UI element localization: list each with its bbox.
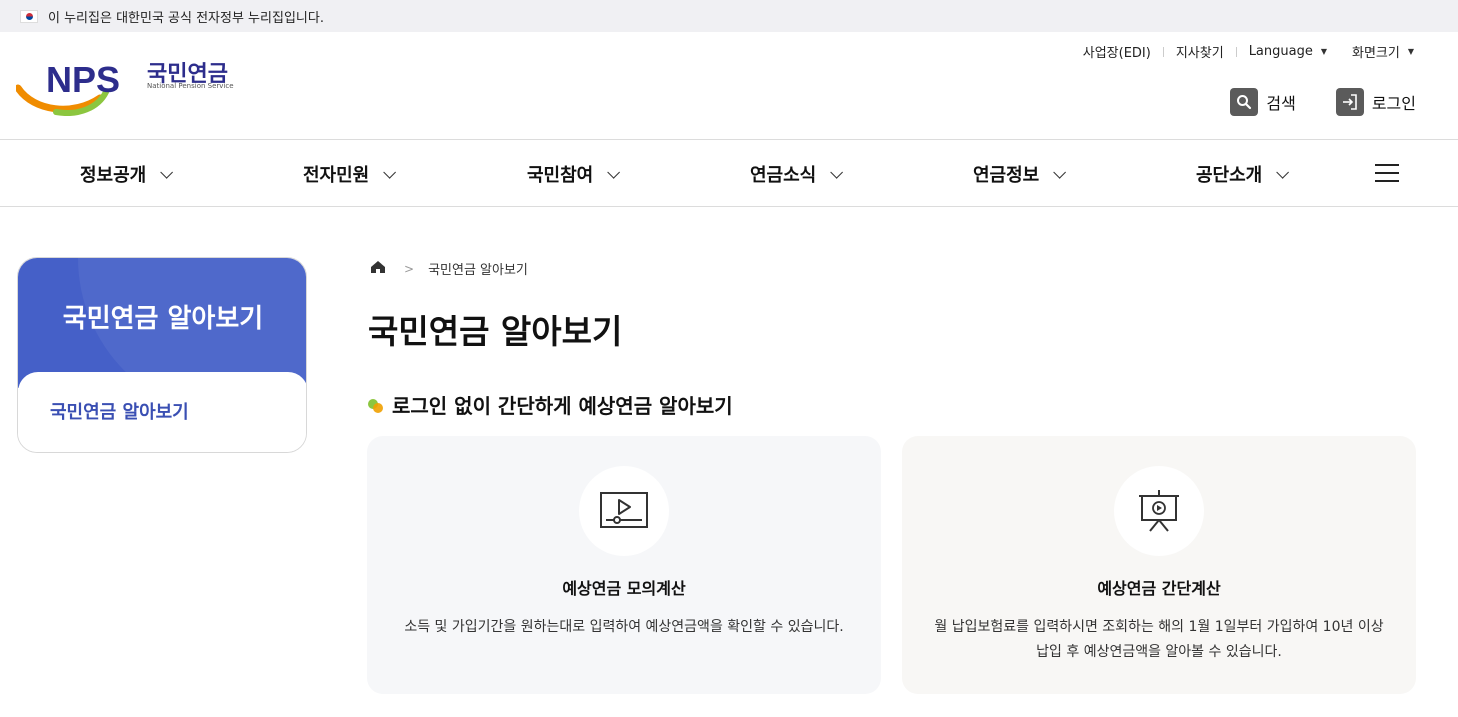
- nav-item-participation[interactable]: 국민참여: [527, 141, 621, 207]
- divider: [1339, 47, 1340, 57]
- home-icon[interactable]: [370, 260, 386, 278]
- util-link-branch[interactable]: 지사찾기: [1176, 42, 1224, 61]
- login-button[interactable]: 로그인: [1335, 88, 1416, 116]
- section-title-text: 로그인 없이 간단하게 예상연금 알아보기: [392, 394, 733, 418]
- card-title: 예상연금 간단계산: [1097, 579, 1221, 598]
- sidebar: 국민연금 알아보기 국민연금 알아보기: [17, 257, 307, 453]
- gov-banner-text: 이 누리집은 대한민국 공식 전자정부 누리집입니다.: [48, 10, 324, 26]
- card-description: 소득 및 가입기간을 원하는대로 입력하여 예상연금액을 확인할 수 있습니다.: [404, 619, 844, 635]
- search-button[interactable]: 검색: [1230, 88, 1296, 116]
- bullet-icon: [368, 397, 384, 413]
- card-title: 예상연금 모의계산: [562, 579, 686, 598]
- nav-item-pension-info[interactable]: 연금정보: [973, 141, 1067, 207]
- section-title: 로그인 없이 간단하게 예상연금 알아보기: [368, 390, 733, 419]
- gov-banner: 이 누리집은 대한민국 공식 전자정부 누리집입니다.: [0, 0, 1458, 32]
- language-dropdown[interactable]: Language ▼: [1249, 44, 1327, 59]
- util-link-label: Language: [1248, 44, 1313, 59]
- caret-down-icon: ▼: [1320, 47, 1327, 56]
- util-link-edi[interactable]: 사업장(EDI): [1083, 42, 1151, 61]
- sidebar-item-pension-overview[interactable]: 국민연금 알아보기: [50, 398, 189, 424]
- nav-label: 전자민원: [303, 165, 370, 186]
- korea-flag-icon: [20, 9, 38, 23]
- header-actions: 검색 로그인: [1190, 88, 1416, 116]
- sidebar-header: 국민연금 알아보기: [18, 258, 306, 388]
- chevron-down-icon: [383, 165, 397, 179]
- sidebar-title: 국민연금 알아보기: [62, 304, 264, 334]
- nav-item-news[interactable]: 연금소식: [750, 141, 844, 207]
- chevron-right-icon: >: [404, 261, 415, 276]
- card-mock-calculation[interactable]: 예상연금 모의계산 소득 및 가입기간을 원하는대로 입력하여 예상연금액을 확…: [367, 436, 881, 694]
- nav-item-about[interactable]: 공단소개: [1196, 141, 1290, 207]
- nps-logo[interactable]: NPS 국민연금 National Pension Service: [14, 54, 246, 116]
- util-link-label: 사업장(EDI): [1082, 46, 1151, 61]
- logo-name-en: National Pension Service: [147, 82, 234, 90]
- divider: [1235, 46, 1237, 57]
- nav-item-info[interactable]: 정보공개: [80, 141, 174, 207]
- nav-label: 연금소식: [750, 165, 817, 186]
- hamburger-menu-icon[interactable]: [1375, 164, 1399, 184]
- breadcrumb-current: 국민연금 알아보기: [428, 263, 528, 278]
- main-navigation: 정보공개 전자민원 국민참여 연금소식 연금정보 공단소개: [0, 141, 1458, 207]
- chevron-down-icon: [160, 165, 174, 179]
- utility-menu: 사업장(EDI) 지사찾기 Language ▼ 화면크기 ▼: [1083, 42, 1414, 61]
- chevron-down-icon: [607, 165, 621, 179]
- login-label: 로그인: [1371, 94, 1416, 113]
- divider: [1162, 46, 1164, 57]
- sidebar-menu: 국민연금 알아보기: [18, 372, 306, 452]
- util-link-label: 화면크기: [1352, 46, 1400, 61]
- nav-label: 국민참여: [527, 165, 594, 186]
- page-title: 국민연금 알아보기: [368, 312, 623, 351]
- breadcrumb: > 국민연금 알아보기: [370, 259, 528, 278]
- search-icon: [1230, 88, 1259, 116]
- chevron-down-icon: [1276, 165, 1290, 179]
- login-icon: [1335, 88, 1364, 116]
- presentation-board-icon: [1114, 466, 1204, 556]
- search-label: 검색: [1266, 94, 1296, 113]
- nav-label: 연금정보: [973, 165, 1040, 186]
- nav-label: 정보공개: [80, 165, 147, 186]
- svg-text:NPS: NPS: [46, 59, 120, 100]
- chevron-down-icon: [1053, 165, 1067, 179]
- caret-down-icon: ▼: [1407, 47, 1414, 56]
- video-player-icon: [579, 466, 669, 556]
- card-simple-calculation[interactable]: 예상연금 간단계산 월 납입보험료를 입력하시면 조회하는 해의 1월 1일부터…: [902, 436, 1416, 694]
- site-header: NPS 국민연금 National Pension Service 사업장(ED…: [0, 32, 1458, 140]
- nav-item-civil[interactable]: 전자민원: [303, 141, 397, 207]
- font-size-dropdown[interactable]: 화면크기 ▼: [1352, 42, 1414, 61]
- chevron-down-icon: [830, 165, 844, 179]
- card-description: 월 납입보험료를 입력하시면 조회하는 해의 1월 1일부터 가입하여 10년 …: [934, 619, 1384, 660]
- util-link-label: 지사찾기: [1175, 46, 1224, 61]
- nav-label: 공단소개: [1196, 165, 1263, 186]
